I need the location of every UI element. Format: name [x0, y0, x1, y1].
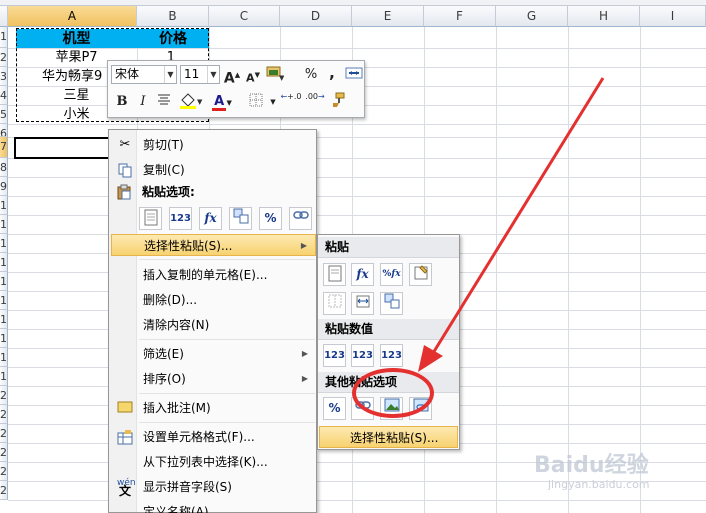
watermark-brand: Baidu经验: [534, 453, 649, 478]
annotation-circle: [352, 368, 434, 418]
annotation-arrow: [418, 77, 605, 372]
watermark-url: jingyan.baidu.com: [548, 478, 650, 491]
